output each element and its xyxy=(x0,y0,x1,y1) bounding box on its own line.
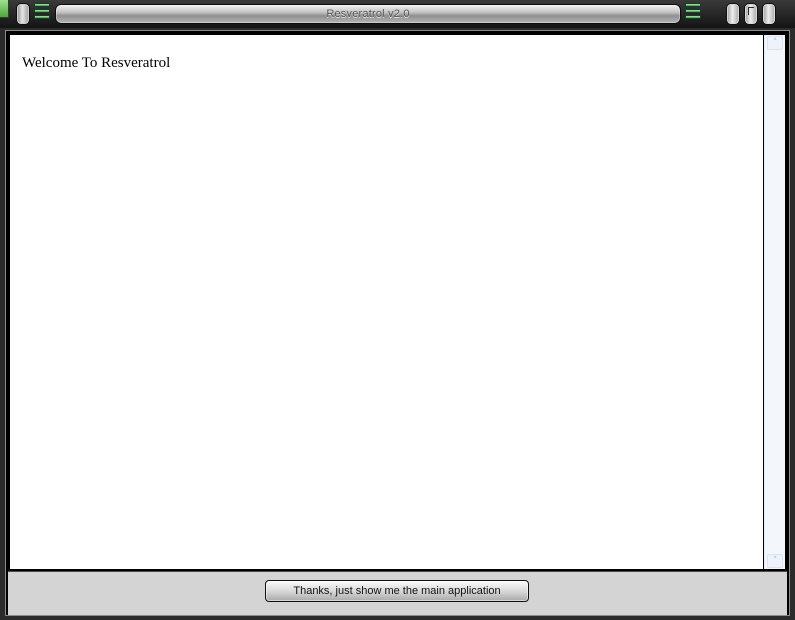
vertical-scrollbar[interactable]: ˄ ˅ xyxy=(764,35,785,569)
close-button[interactable] xyxy=(762,3,776,25)
show-main-application-button[interactable]: Thanks, just show me the main applicatio… xyxy=(265,580,529,602)
title-bar[interactable]: Resveratrol v2.0 xyxy=(0,0,795,28)
minimize-button[interactable] xyxy=(726,3,740,25)
app-window: Resveratrol v2.0 Welcome To Resveratrol … xyxy=(0,0,795,620)
title-track[interactable]: Resveratrol v2.0 xyxy=(55,4,681,24)
welcome-text: Welcome To Resveratrol xyxy=(22,55,171,71)
button-bar: Thanks, just show me the main applicatio… xyxy=(8,571,787,615)
welcome-panel: Welcome To Resveratrol xyxy=(10,35,763,569)
maximize-icon xyxy=(748,7,754,15)
grip-left-icon xyxy=(34,3,50,26)
maximize-button[interactable] xyxy=(744,3,758,25)
system-menu-button[interactable] xyxy=(16,3,30,25)
scroll-up-icon[interactable]: ˄ xyxy=(767,36,783,50)
scroll-down-icon[interactable]: ˅ xyxy=(767,554,783,568)
window-frame: Welcome To Resveratrol ˄ ˅ Thanks, just … xyxy=(5,30,790,616)
grip-right-icon xyxy=(685,3,701,26)
window-title: Resveratrol v2.0 xyxy=(326,8,410,20)
resize-corner-icon[interactable] xyxy=(0,0,9,18)
